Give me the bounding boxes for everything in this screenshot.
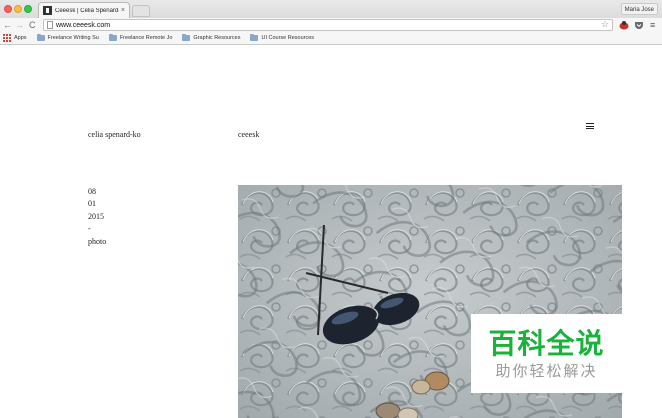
browser-tab-strip: Ceeesk | Celia Spenard-Ko × Maria Jose bbox=[0, 0, 662, 18]
watermark-overlay: 百科全说 助你轻松解决 bbox=[471, 314, 622, 393]
tab-title: Ceeesk | Celia Spenard-Ko bbox=[55, 7, 119, 14]
bookmark-label: Graphic Resources bbox=[193, 35, 241, 41]
post-day: 01 bbox=[88, 199, 96, 209]
bookmark-label: UI Course Resources bbox=[261, 35, 315, 41]
extension-ladybug-icon[interactable] bbox=[619, 20, 629, 30]
folder-icon bbox=[36, 34, 45, 41]
site-home-link[interactable]: ceeesk bbox=[238, 130, 259, 139]
post-category[interactable]: photo bbox=[88, 236, 106, 248]
bookmark-folder[interactable]: Freelance Remote Jo bbox=[108, 34, 173, 41]
bookmark-label: Freelance Writing Su bbox=[47, 35, 99, 41]
post-year: 2015 bbox=[88, 211, 104, 221]
folder-icon bbox=[108, 34, 117, 41]
watermark-subtitle: 助你轻松解决 bbox=[495, 361, 598, 380]
bookmark-star-icon[interactable]: ☆ bbox=[601, 19, 609, 30]
reload-icon[interactable]: C bbox=[29, 19, 36, 31]
folder-icon bbox=[250, 34, 259, 41]
bookmark-label: Freelance Remote Jo bbox=[119, 35, 173, 41]
browser-toolbar: ← → C www.ceeesk.com ☆ ≡ bbox=[0, 18, 662, 32]
bookmark-folder[interactable]: Freelance Writing Su bbox=[36, 34, 99, 41]
tab-ceeesk[interactable]: Ceeesk | Celia Spenard-Ko × bbox=[38, 2, 130, 18]
forward-arrow-icon[interactable]: → bbox=[15, 19, 24, 31]
profile-button[interactable]: Maria Jose bbox=[620, 3, 658, 15]
browser-menu-icon[interactable]: ≡ bbox=[650, 19, 655, 31]
folder-icon bbox=[182, 34, 191, 41]
bookmark-folder[interactable]: UI Course Resources bbox=[250, 34, 315, 41]
back-arrow-icon[interactable]: ← bbox=[3, 19, 12, 31]
zoom-window-button[interactable] bbox=[24, 5, 32, 13]
url-text[interactable]: www.ceeesk.com bbox=[56, 22, 110, 29]
bookmark-apps[interactable]: Apps bbox=[3, 34, 27, 42]
page-icon bbox=[47, 21, 53, 29]
bookmarks-bar: Apps Freelance Writing Su Freelance Remo… bbox=[0, 32, 662, 45]
bookmark-folder[interactable]: Graphic Resources bbox=[182, 34, 241, 41]
post-separator: - bbox=[88, 224, 91, 234]
pocket-icon[interactable] bbox=[634, 20, 644, 30]
post-month: 08 bbox=[88, 187, 96, 196]
bookmark-label: Apps bbox=[14, 35, 27, 41]
post-meta: 08 01 2015 - photo bbox=[88, 186, 106, 248]
address-bar[interactable]: www.ceeesk.com ☆ bbox=[43, 19, 613, 31]
new-tab-button[interactable] bbox=[132, 5, 150, 17]
hamburger-menu-icon[interactable] bbox=[586, 122, 594, 130]
tab-close-icon[interactable]: × bbox=[121, 7, 125, 14]
apps-grid-icon bbox=[3, 34, 11, 42]
site-name-link[interactable]: celia spenard-ko bbox=[88, 130, 141, 139]
site-favicon-icon bbox=[43, 6, 52, 15]
minimize-window-button[interactable] bbox=[14, 5, 22, 13]
watermark-title: 百科全说 bbox=[488, 326, 605, 360]
close-window-button[interactable] bbox=[4, 5, 12, 13]
